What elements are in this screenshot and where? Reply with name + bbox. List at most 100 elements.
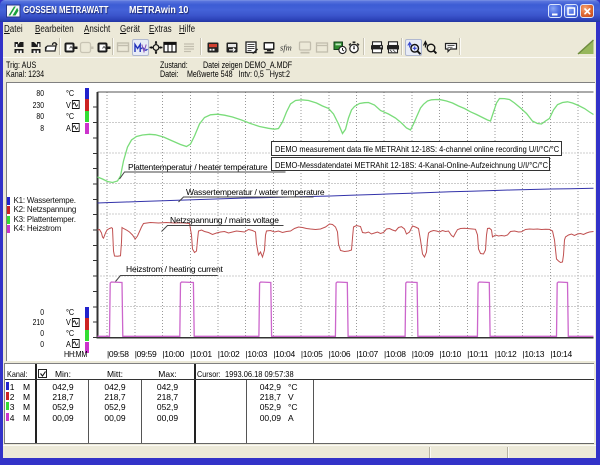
close-button[interactable] bbox=[580, 4, 594, 18]
table-row-chip-3 bbox=[6, 402, 9, 410]
legend-chip-1 bbox=[7, 197, 10, 205]
table-column-separator bbox=[141, 379, 142, 443]
time-label-1011: |10:11 bbox=[467, 349, 488, 359]
table-row-channel: 4 bbox=[10, 413, 15, 423]
printer2-icon bbox=[385, 39, 401, 55]
table-cell-min: 042,9 bbox=[43, 382, 83, 392]
toolbar-button-zoom-mode[interactable] bbox=[422, 39, 439, 56]
legend-label-1: K1: Wassertempe. bbox=[14, 196, 76, 205]
toolbar-button-comment[interactable] bbox=[443, 39, 460, 56]
axis-unit-top-3: A bbox=[66, 123, 80, 133]
toolbar-button-table[interactable] bbox=[162, 39, 179, 56]
minimize-button[interactable] bbox=[548, 4, 562, 18]
meter-file2-icon bbox=[28, 39, 44, 55]
toolbar-button-device-read[interactable] bbox=[224, 39, 241, 56]
toolbar-button-protocol[interactable] bbox=[243, 39, 260, 56]
toolbar-button-channels-av[interactable] bbox=[132, 39, 149, 56]
axis-unit-bottom-3: A bbox=[66, 339, 80, 349]
table-row-channel: 2 bbox=[10, 392, 15, 402]
table-header-cursor-datetime: 1993.06.18 09:57:38 bbox=[225, 369, 294, 379]
table-header-max: Max: bbox=[147, 369, 187, 379]
app-logo-icon bbox=[6, 4, 21, 18]
table-cell-max: 00,09 bbox=[147, 413, 187, 423]
menu-item-gerat[interactable]: Gerät bbox=[120, 24, 140, 35]
axis-unit-top-1: V bbox=[66, 100, 80, 110]
maximize-icon bbox=[565, 5, 579, 19]
time-label-1008: |10:08 bbox=[384, 349, 406, 359]
scale-colorbar-top-segment bbox=[85, 99, 89, 110]
close-icon bbox=[581, 5, 595, 19]
menu-bar: Datei Bearbeiten Ansicht Gerät Extras Hilfe bbox=[3, 22, 596, 36]
table-cell-mitt: 042,9 bbox=[95, 382, 135, 392]
table-row-chip-4 bbox=[6, 413, 9, 421]
menu-item-datei[interactable]: Datei bbox=[4, 24, 23, 35]
toolbar-button-printer[interactable] bbox=[369, 39, 386, 56]
time-label-1006: |10:06 bbox=[329, 349, 351, 359]
export-gray-icon bbox=[78, 39, 94, 55]
maximize-button[interactable] bbox=[564, 4, 578, 18]
toolbar-button-zoom-in[interactable] bbox=[405, 39, 422, 56]
table-column-separator bbox=[313, 379, 314, 443]
app-title: GOSSEN METRAWATT bbox=[23, 5, 108, 16]
legend-label-4: K4: Heizstrom bbox=[14, 224, 62, 233]
meter-file-icon bbox=[11, 39, 27, 55]
toolbar-button-timer[interactable] bbox=[346, 39, 363, 56]
table-header-separator bbox=[5, 379, 595, 380]
table-cell-cursor: 218,7 bbox=[241, 392, 281, 402]
table-column-separator bbox=[194, 364, 196, 443]
title-bar[interactable]: GOSSEN METRAWATT METRAwin 10 bbox=[0, 0, 600, 22]
chart-plot[interactable] bbox=[7, 83, 595, 361]
toolbar-corner-triangle bbox=[577, 38, 597, 56]
table-column-separator bbox=[35, 364, 37, 443]
menu-item-hilfe[interactable]: Hilfe bbox=[179, 24, 195, 35]
toolbar-button-device-config[interactable] bbox=[205, 39, 222, 56]
toolbar-button-sfm[interactable]: sfm bbox=[279, 39, 296, 56]
menu-item-bearbeiten[interactable]: Bearbeiten bbox=[35, 24, 74, 35]
table-cell-unit: °C bbox=[288, 382, 298, 392]
table-row-mode: M bbox=[23, 392, 30, 402]
open-file-icon bbox=[43, 39, 59, 55]
legend-label-3: K3: Plattentemper. bbox=[14, 215, 76, 224]
toolbar-button-open-file[interactable] bbox=[43, 39, 60, 56]
time-label-0959: |09:59 bbox=[135, 349, 157, 359]
table-cell-min: 052,9 bbox=[43, 402, 83, 412]
table-cell-mitt: 00,09 bbox=[95, 413, 135, 423]
toolbar-button-import-window[interactable] bbox=[95, 39, 112, 56]
device-read-icon bbox=[224, 39, 240, 55]
time-axis-format-label: HH:MM bbox=[64, 349, 87, 359]
table-row-mode: M bbox=[23, 402, 30, 412]
axis-unit-bottom-2: °C bbox=[66, 328, 74, 338]
menu-item-extras[interactable]: Extras bbox=[149, 24, 172, 35]
toolbar-button-printer2[interactable] bbox=[385, 39, 402, 56]
file-value: Meßwerte 548 Intv: 0,5 Hyst:2 bbox=[187, 69, 290, 80]
list-gray-icon bbox=[181, 39, 197, 55]
table-column-separator bbox=[88, 379, 89, 443]
toolbar-button-export-window[interactable] bbox=[62, 39, 79, 56]
table-row-channel: 1 bbox=[10, 382, 15, 392]
device-config-icon bbox=[205, 39, 221, 55]
time-label-1013: |10:13 bbox=[523, 349, 545, 359]
time-label-1002: |10:02 bbox=[218, 349, 240, 359]
channels-av-icon bbox=[133, 40, 149, 56]
time-label-1003: |10:03 bbox=[246, 349, 268, 359]
toolbar-button-monitor[interactable] bbox=[261, 39, 278, 56]
curve-annotation-2: Wassertemperatur / water temperature bbox=[186, 187, 324, 197]
curve-annotation-1: Plattentemperatur / heater temperature bbox=[128, 162, 267, 172]
curve-k1-wassertemperatur bbox=[97, 188, 593, 203]
table-cell-max: 218,7 bbox=[147, 392, 187, 402]
table-cell-unit: V bbox=[288, 392, 294, 402]
table-cell-max: 052,9 bbox=[147, 402, 187, 412]
table-header-kanal: Kanal: bbox=[7, 369, 27, 379]
toolbar-button-meter-file[interactable] bbox=[11, 39, 28, 56]
monitor-gray-icon bbox=[297, 39, 313, 55]
axis-value-top-1: 230 bbox=[20, 100, 44, 110]
scale-colorbar-top-segment bbox=[85, 123, 89, 134]
monitor-icon bbox=[261, 39, 277, 55]
axis-value-top-2: 80 bbox=[20, 111, 44, 121]
ac-symbol-icon bbox=[72, 318, 80, 327]
toolbar-separator bbox=[200, 38, 202, 55]
menu-item-ansicht[interactable]: Ansicht bbox=[84, 24, 110, 35]
status-bar bbox=[3, 445, 596, 458]
status-bar-divider bbox=[429, 447, 431, 458]
table-cell-cursor: 00,09 bbox=[241, 413, 281, 423]
